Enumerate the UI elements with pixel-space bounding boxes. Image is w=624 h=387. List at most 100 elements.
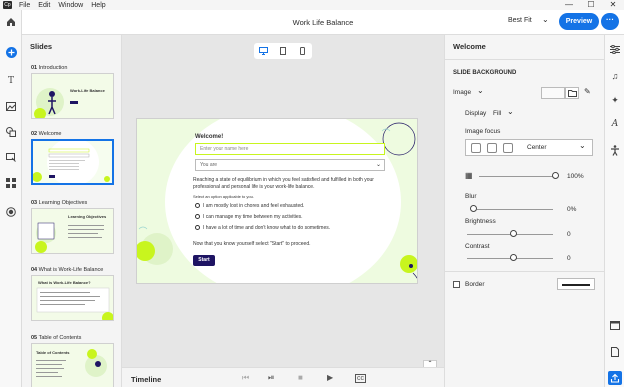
- border-style-picker[interactable]: [557, 278, 595, 290]
- align-top-icon[interactable]: [471, 143, 481, 153]
- thumb-title: Learning Objectives: [68, 214, 107, 219]
- slide-canvas: Welcome! Enter your name here You are ⌄ …: [136, 118, 418, 284]
- slide-thumbnail-01[interactable]: Work-Life Balance: [31, 73, 114, 119]
- opacity-slider-handle[interactable]: [552, 172, 559, 179]
- align-bottom-icon[interactable]: [503, 143, 513, 153]
- contrast-slider-handle[interactable]: [510, 254, 517, 261]
- name-input[interactable]: Enter your name here: [195, 143, 385, 155]
- home-icon[interactable]: [5, 16, 17, 28]
- record-icon[interactable]: [5, 206, 17, 218]
- contrast-label: Contrast: [465, 243, 490, 250]
- menu-file[interactable]: File: [19, 2, 30, 9]
- image-focus-label: Image focus: [465, 128, 501, 135]
- border-label: Border: [465, 281, 485, 288]
- blur-label: Blur: [465, 193, 477, 200]
- option-label: I have a lot of time and don't know what…: [203, 225, 331, 231]
- brightness-slider-handle[interactable]: [510, 230, 517, 237]
- image-icon[interactable]: [5, 100, 17, 112]
- menu-edit[interactable]: Edit: [38, 2, 50, 9]
- chevron-down-icon[interactable]: ⌄: [477, 86, 484, 95]
- blur-slider[interactable]: [477, 209, 553, 210]
- edit-pencil-icon[interactable]: ✎: [584, 87, 591, 96]
- option-radio[interactable]: [195, 203, 200, 208]
- menu-help[interactable]: Help: [91, 2, 105, 9]
- zoom-fit-dropdown[interactable]: Best Fit: [508, 17, 532, 24]
- interactions-icon[interactable]: [5, 152, 17, 164]
- maximize-button[interactable]: ☐: [580, 0, 602, 10]
- app-icon: Cp: [3, 1, 12, 9]
- description-line: Reaching a state of equilibrium in which…: [193, 177, 374, 183]
- image-swatch[interactable]: [541, 87, 565, 99]
- option-radio[interactable]: [195, 225, 200, 230]
- border-checkbox[interactable]: [453, 281, 460, 288]
- display-dropdown[interactable]: Fill: [493, 110, 501, 117]
- play-icon[interactable]: ▶: [327, 373, 333, 382]
- slide-thumbnail-03[interactable]: Learning Objectives: [31, 208, 114, 254]
- step-icon[interactable]: ⏯: [268, 373, 274, 383]
- welcome-heading: Welcome!: [195, 134, 224, 140]
- opacity-value: 100%: [567, 173, 584, 180]
- document-icon[interactable]: [609, 347, 621, 359]
- captions-icon[interactable]: cc: [355, 374, 366, 383]
- chevron-down-icon[interactable]: ⌄: [507, 107, 514, 116]
- top-bar: Work Life Balance Best Fit ⌄ Preview ···: [22, 10, 624, 35]
- chevron-down-icon: ⌄: [376, 162, 382, 168]
- document-title: Work Life Balance: [292, 18, 354, 27]
- slide-panel-icon[interactable]: [609, 321, 621, 333]
- audio-icon[interactable]: ♫: [609, 71, 621, 83]
- more-options-button[interactable]: ···: [601, 13, 619, 30]
- brightness-label: Brightness: [465, 218, 496, 225]
- shapes-icon[interactable]: [5, 126, 17, 138]
- minimize-button[interactable]: —: [558, 0, 580, 10]
- slide-thumbnail-02[interactable]: [31, 139, 114, 185]
- desktop-view-icon[interactable]: [259, 46, 269, 56]
- properties-icon[interactable]: [609, 44, 621, 57]
- left-tool-rail: T: [0, 10, 22, 387]
- widgets-icon[interactable]: [5, 177, 17, 189]
- preview-button[interactable]: Preview: [559, 13, 599, 30]
- section-heading: SLIDE BACKGROUND: [453, 70, 517, 76]
- thumb-title: What is Work-Life Balance?: [38, 280, 91, 285]
- option-label: I can manage my time between my activiti…: [203, 214, 303, 220]
- option-label: I am mostly lost in chores and feel exha…: [203, 203, 305, 209]
- mobile-view-icon[interactable]: [298, 46, 307, 56]
- stop-icon[interactable]: ■: [298, 373, 303, 382]
- align-middle-icon[interactable]: [487, 143, 497, 153]
- start-button[interactable]: Start: [193, 255, 215, 266]
- chevron-down-icon[interactable]: ⌄: [542, 15, 549, 24]
- opacity-slider[interactable]: [479, 176, 555, 177]
- effects-icon[interactable]: ✦: [609, 95, 621, 107]
- background-type-dropdown[interactable]: Image: [453, 89, 471, 96]
- slide-thumbnail-05[interactable]: Table of Contents: [31, 343, 114, 387]
- right-tool-rail: ♫ ✦ A: [604, 35, 624, 387]
- share-icon[interactable]: [608, 371, 622, 385]
- brightness-value: 0: [567, 231, 571, 238]
- option-radio[interactable]: [195, 214, 200, 219]
- add-icon[interactable]: [5, 46, 17, 58]
- slide-title: 05 Table of Contents: [31, 335, 82, 341]
- focus-dropdown[interactable]: Center: [527, 144, 547, 151]
- text-icon[interactable]: T: [5, 75, 17, 87]
- device-switcher: [254, 43, 312, 59]
- opacity-icon: ▦: [465, 171, 473, 180]
- blur-slider-handle[interactable]: [470, 205, 477, 212]
- slide-title: 03 Learning Objectives: [31, 200, 88, 206]
- accessibility-text-icon[interactable]: A: [609, 119, 621, 131]
- display-label: Display: [465, 110, 487, 117]
- divider: [445, 271, 605, 272]
- instruction-text: Select an option applicable to you.: [193, 194, 254, 199]
- slide-thumbnail-04[interactable]: What is Work-Life Balance?: [31, 275, 114, 321]
- close-window-button[interactable]: ✕: [602, 0, 624, 10]
- role-select[interactable]: You are ⌄: [195, 159, 385, 171]
- timeline-label: Timeline: [131, 375, 162, 384]
- chevron-down-icon[interactable]: ⌄: [579, 141, 586, 150]
- rewind-icon[interactable]: ⏮: [242, 373, 249, 383]
- divider: [445, 59, 605, 60]
- slide-title: 02 Welcome: [31, 131, 62, 137]
- tablet-view-icon[interactable]: [278, 46, 287, 56]
- menu-window[interactable]: Window: [58, 2, 83, 9]
- accessibility-icon[interactable]: [609, 145, 621, 157]
- timeline-bar: Timeline ⏮ ⏯ ■ ▶ cc: [122, 367, 444, 387]
- folder-icon[interactable]: [565, 87, 579, 99]
- properties-panel: Welcome SLIDE BACKGROUND Image ⌄ ✎ Displ…: [444, 35, 605, 387]
